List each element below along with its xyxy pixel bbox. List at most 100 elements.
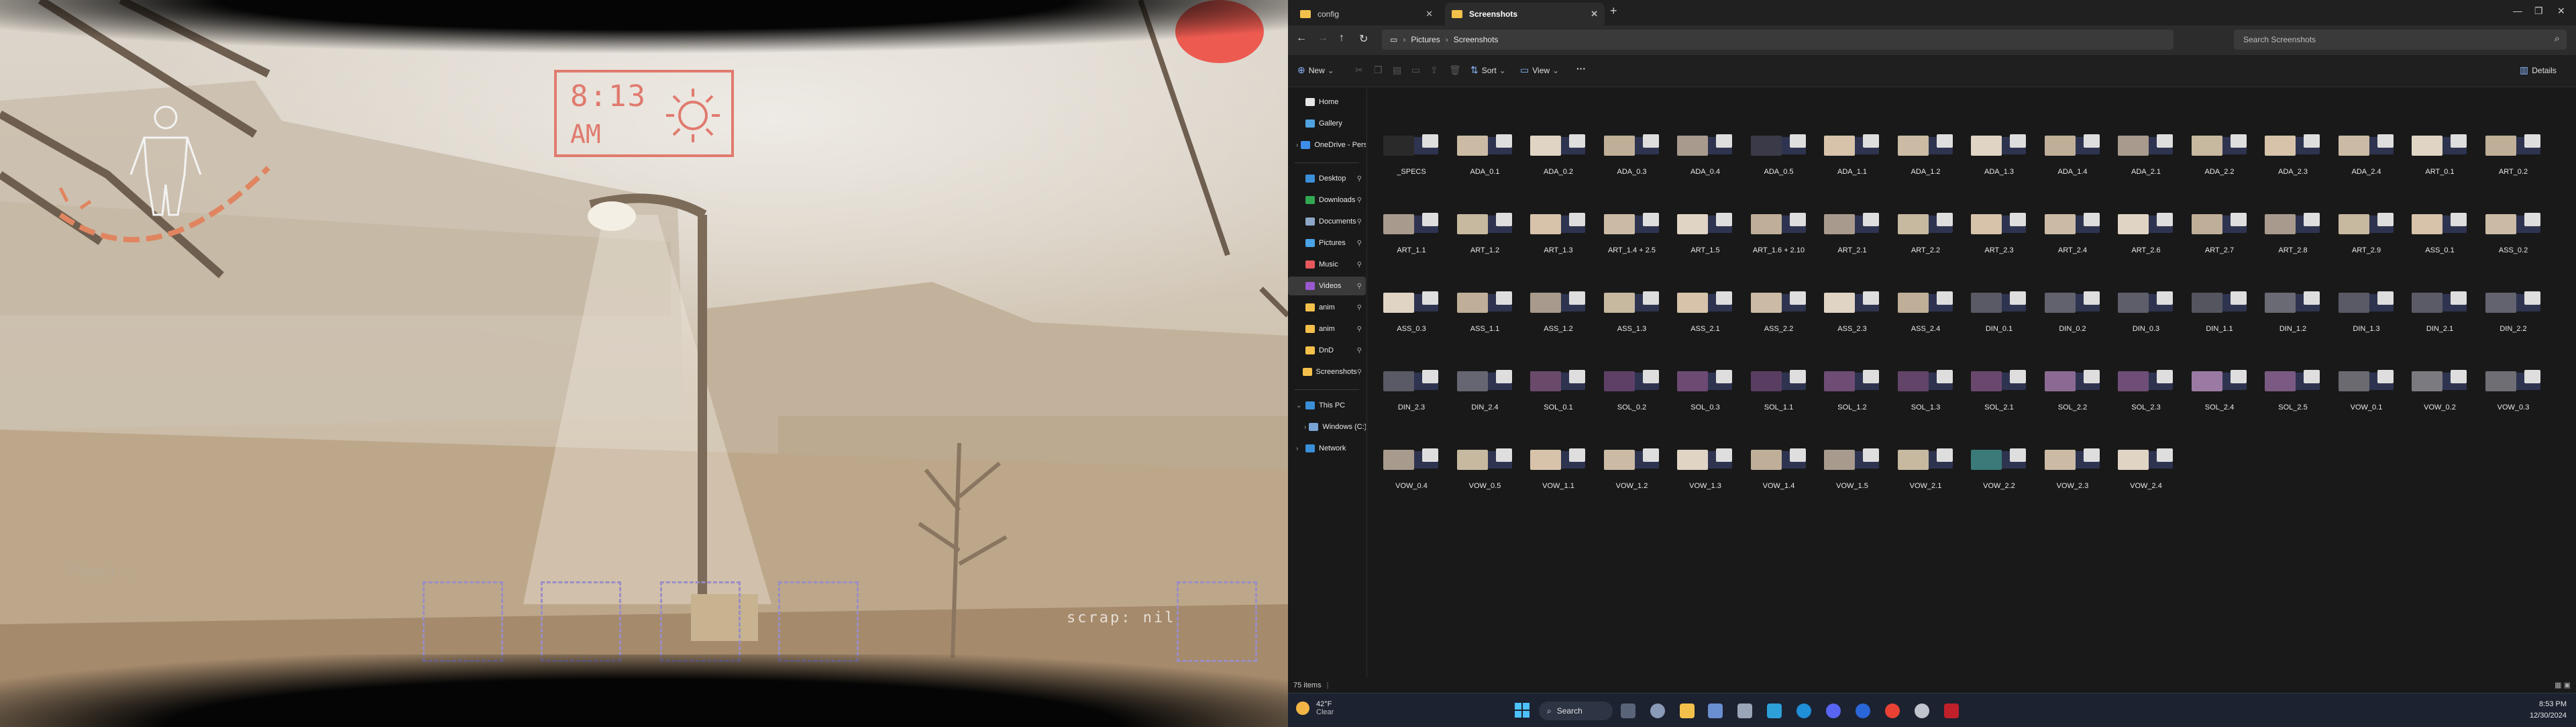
file-item[interactable]: DIN_1.2 [2259,271,2326,345]
file-item[interactable]: ADA_0.4 [1672,114,1739,188]
file-explorer-icon[interactable] [1680,704,1695,718]
view-toggle-icons[interactable]: ▦ ▣ [2555,681,2571,689]
pin-icon[interactable]: ⚲ [1357,197,1362,204]
app-icon[interactable] [1767,704,1782,718]
file-item[interactable]: DIN_1.3 [2333,271,2400,345]
file-item[interactable]: ART_2.2 [1892,193,1960,266]
tab-config[interactable]: config ✕ [1293,3,1440,26]
file-item[interactable]: ART_0.1 [2406,114,2473,188]
file-item[interactable]: SOL_1.1 [1746,350,1813,424]
file-item[interactable]: ASS_2.1 [1672,271,1739,345]
up-icon[interactable]: ↑ [1339,32,1344,44]
minimize-icon[interactable]: — [2513,5,2522,16]
file-item[interactable]: DIN_0.2 [2039,271,2106,345]
sidebar-item-dnd[interactable]: DnD ⚲ [1288,341,1366,360]
new-tab-button[interactable]: + [1610,4,1617,18]
file-item[interactable]: ART_2.3 [1966,193,2033,266]
file-item[interactable]: ART_1.2 [1452,193,1519,266]
close-window-icon[interactable]: ✕ [2557,5,2565,17]
chevron-right-icon[interactable]: ⌄ [1296,402,1303,409]
file-item[interactable]: VOW_2.4 [2112,428,2180,502]
file-item[interactable]: DIN_2.2 [2480,271,2547,345]
more-options-button[interactable]: ··· [1576,63,1586,74]
file-item[interactable]: SOL_0.3 [1672,350,1739,424]
file-item[interactable]: ASS_0.3 [1378,271,1445,345]
file-item[interactable]: VOW_2.2 [1966,428,2033,502]
pin-icon[interactable]: ⚲ [1357,347,1362,354]
file-item[interactable]: ART_0.2 [2480,114,2547,188]
file-item[interactable]: ADA_0.5 [1746,114,1813,188]
file-item[interactable]: ART_1.4 + 2.5 [1599,193,1666,266]
file-item[interactable]: ADA_0.2 [1525,114,1592,188]
maximize-icon[interactable]: ❐ [2534,5,2543,17]
file-item[interactable]: ART_2.6 [2112,193,2180,266]
file-item[interactable]: VOW_0.1 [2333,350,2400,424]
pin-icon[interactable]: ⚲ [1357,369,1362,376]
sidebar-item-windows-drive[interactable]: › Windows (C:) [1288,418,1366,436]
file-item[interactable]: VOW_1.3 [1672,428,1739,502]
file-item[interactable]: ADA_2.3 [2259,114,2326,188]
file-item[interactable]: ART_2.8 [2259,193,2326,266]
view-button[interactable]: ▭ View ⌄ [1520,64,1559,76]
file-item[interactable]: VOW_0.3 [2480,350,2547,424]
system-clock[interactable]: 8:53 PM 12/30/2024 [2530,699,2567,722]
file-item[interactable]: ART_2.7 [2186,193,2253,266]
new-button[interactable]: ⊕ New ⌄ [1297,64,1334,76]
address-bar[interactable]: ▭ › Pictures › Screenshots [1382,30,2174,50]
file-item[interactable]: _SPECS [1378,114,1445,188]
file-item[interactable]: DIN_1.1 [2186,271,2253,345]
file-item[interactable]: ASS_1.3 [1599,271,1666,345]
file-item[interactable]: VOW_1.5 [1819,428,1886,502]
file-item[interactable]: ART_1.1 [1378,193,1445,266]
file-item[interactable]: VOW_2.1 [1892,428,1960,502]
refresh-icon[interactable]: ↻ [1359,32,1368,46]
file-item[interactable]: ART_1.6 + 2.10 [1746,193,1813,266]
close-tab-icon[interactable]: ✕ [1426,9,1433,19]
file-item[interactable]: DIN_0.1 [1966,271,2033,345]
notepad-icon[interactable] [1737,704,1752,718]
file-item[interactable]: DIN_0.3 [2112,271,2180,345]
file-item[interactable]: SOL_2.2 [2039,350,2106,424]
sidebar-item-this-pc[interactable]: ⌄ This PC [1288,396,1366,415]
file-item[interactable]: VOW_0.5 [1452,428,1519,502]
file-item[interactable]: SOL_0.1 [1525,350,1592,424]
file-item[interactable]: SOL_2.1 [1966,350,2033,424]
file-item[interactable]: VOW_0.2 [2406,350,2473,424]
forward-icon[interactable]: → [1318,32,1328,44]
file-item[interactable]: ASS_1.2 [1525,271,1592,345]
sidebar-item-videos[interactable]: Videos ⚲ [1288,277,1366,295]
file-item[interactable]: ADA_1.3 [1966,114,2033,188]
back-icon[interactable]: ← [1296,32,1307,44]
sort-button[interactable]: ⇅ Sort ⌄ [1470,64,1506,76]
snipping-tool-icon[interactable] [1708,704,1723,718]
chevron-right-icon[interactable]: › [1304,424,1306,431]
tab-screenshots[interactable]: Screenshots ✕ [1445,3,1605,26]
sidebar-item-desktop[interactable]: Desktop ⚲ [1288,169,1366,188]
file-item[interactable]: ART_1.3 [1525,193,1592,266]
pin-icon[interactable]: ⚲ [1357,283,1362,290]
sidebar-item-downloads[interactable]: Downloads ⚲ [1288,191,1366,209]
file-item[interactable]: ASS_0.2 [2480,193,2547,266]
file-item[interactable]: ASS_1.1 [1452,271,1519,345]
file-item[interactable]: SOL_0.2 [1599,350,1666,424]
file-item[interactable]: SOL_2.3 [2112,350,2180,424]
close-tab-icon[interactable]: ✕ [1591,9,1598,19]
file-item[interactable]: ASS_2.4 [1892,271,1960,345]
search-input[interactable]: Search Screenshots ⌕ [2234,30,2567,50]
sidebar-item-home[interactable]: Home [1288,93,1366,111]
sidebar-item-anim[interactable]: anim ⚲ [1288,298,1366,317]
start-button[interactable] [1515,703,1529,718]
breadcrumb-pictures[interactable]: Pictures [1411,35,1440,44]
file-item[interactable]: ART_1.5 [1672,193,1739,266]
pin-icon[interactable]: ⚲ [1357,304,1362,311]
copy-icon[interactable]: ❐ [1374,64,1385,75]
sidebar-item-onedrive[interactable]: › OneDrive - Persona [1288,136,1366,154]
file-item[interactable]: ASS_0.1 [2406,193,2473,266]
taskbar-search[interactable]: ⌕ Search [1539,701,1613,720]
sidebar-item-gallery[interactable]: Gallery [1288,114,1366,133]
chrome-icon[interactable] [1885,704,1900,718]
paste-icon[interactable]: ▤ [1393,64,1403,75]
file-item[interactable]: ADA_1.1 [1819,114,1886,188]
chevron-right-icon[interactable]: › [1296,142,1298,149]
file-item[interactable]: ADA_0.1 [1452,114,1519,188]
